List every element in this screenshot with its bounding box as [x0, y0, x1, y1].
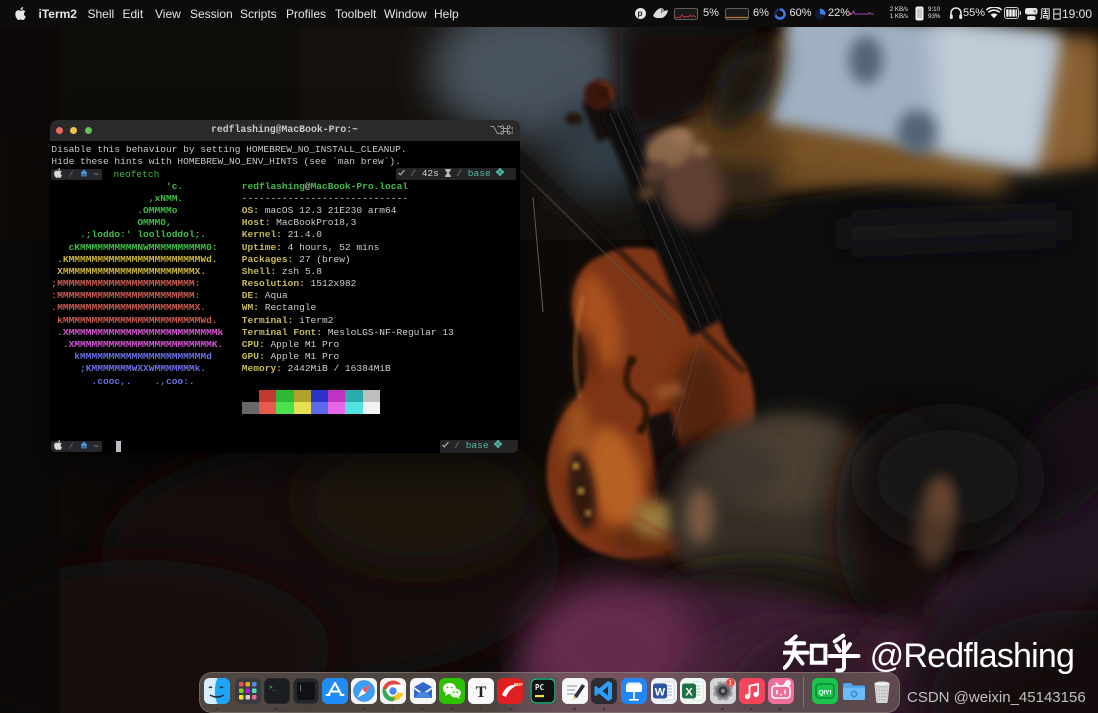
svg-text:PDF: PDF [514, 682, 523, 687]
svg-text:W: W [655, 687, 666, 699]
svg-text:PC: PC [535, 683, 544, 692]
svg-text:QIY!: QIY! [818, 690, 831, 697]
svg-text:1: 1 [728, 680, 732, 687]
svg-text:>_: >_ [269, 684, 277, 691]
svg-text:1: 1 [510, 125, 513, 135]
svg-text:X: X [685, 687, 693, 699]
svg-text:T: T [476, 684, 487, 701]
svg-text:|: | [299, 685, 303, 692]
